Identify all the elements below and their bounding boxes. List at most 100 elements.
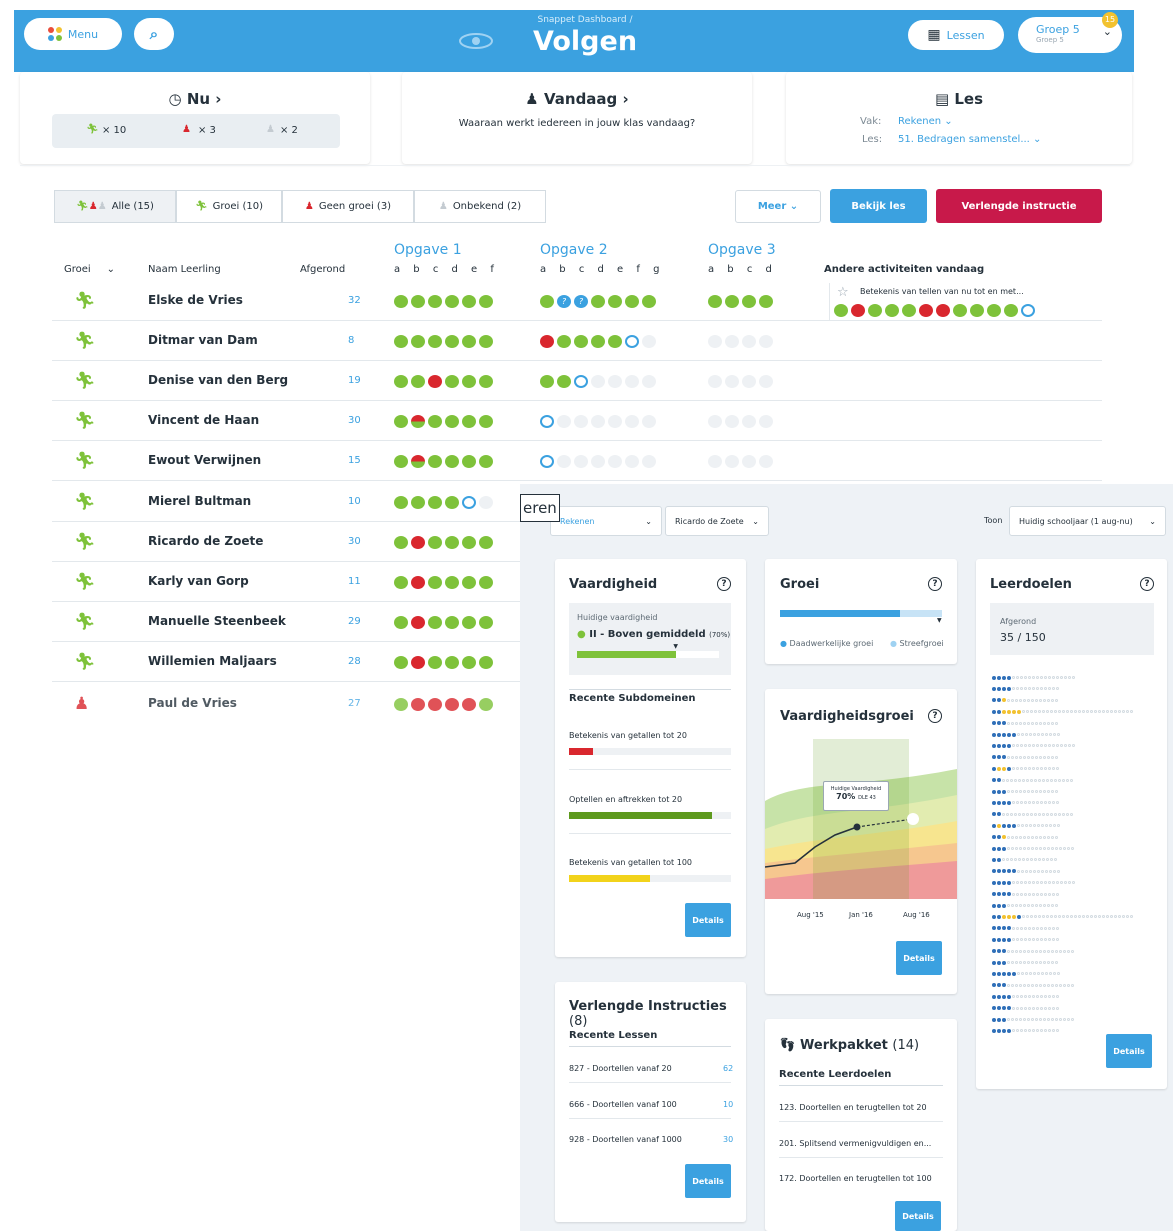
extended-instruction-button[interactable]: Verlengde instructie [936,189,1102,223]
lesson-item[interactable]: 827 - Doortellen vanaf 20 [569,1064,672,1073]
goal-dot [1067,983,1070,987]
goal-dot [1002,846,1006,851]
goal-dot [1032,801,1035,805]
goal-dot [1012,926,1015,930]
skill-details-button[interactable]: Details [685,903,731,937]
student-name[interactable]: Manuelle Steenbeek [148,614,286,628]
table-row[interactable]: 🏃︎ Ewout Verwijnen 15 [52,441,1102,481]
skill-growth-card: Vaardigheidsgroei ? Huidige Vaardigheid … [765,689,957,994]
goal-progress-row [992,698,1058,703]
student-name[interactable]: Ewout Verwijnen [148,453,261,467]
menu-button[interactable]: Menu [24,18,122,50]
goal-dot [1106,915,1109,919]
goal-dot [1011,983,1014,987]
view-lesson-button[interactable]: Bekijk les [830,189,927,223]
goal-dot [1023,755,1026,759]
goal-dot [1019,835,1022,839]
student-name[interactable]: Willemien Maljaars [148,654,277,668]
goal-dot [1034,915,1037,919]
package-details-button[interactable]: Details [895,1201,941,1231]
goal-dot [992,892,996,897]
goal-dot [1031,835,1034,839]
goal-dot [1033,824,1036,828]
les-card[interactable]: ▤ Les Vak: Rekenen ⌄ Les: 51. Bedragen s… [786,72,1132,164]
goal-progress-row [992,755,1058,760]
vak-select[interactable]: Rekenen ⌄ [898,116,953,127]
more-dropdown[interactable]: Meer ⌄ [735,190,821,223]
col-done[interactable]: Afgerond [300,264,345,275]
help-icon[interactable]: ? [717,577,731,591]
goal-dot [1029,869,1032,873]
today-card[interactable]: ♟ Vandaag › Waaraan werkt iedereen in jo… [402,72,752,164]
help-icon[interactable]: ? [928,709,942,723]
goal-dot [1027,835,1030,839]
goal-dot [1052,926,1055,930]
goal-item[interactable]: 172. Doortellen en terugtellen tot 100 [779,1174,932,1183]
student-name[interactable]: Mierel Bultman [148,494,251,508]
period-select[interactable]: Huidig schooljaar (1 aug-nu) ⌄ [1009,506,1166,536]
goal-dot [1007,892,1011,897]
goal-dot [1044,744,1047,748]
student-name[interactable]: Ricardo de Zoete [148,534,263,548]
goal-dot [997,903,1001,908]
goal-dot [1017,733,1020,736]
goal-dot [1031,847,1034,850]
student-name[interactable]: Karly van Gorp [148,574,249,588]
help-icon[interactable]: ? [928,577,942,591]
filter-tab-unknown[interactable]: ♟ Onbekend (2) [414,190,546,223]
goal-dot [1019,1018,1022,1021]
filter-tab-no-growth[interactable]: ♟ Geen groei (3) [282,190,414,223]
table-row[interactable]: 🏃︎ Denise van den Berg 19 [52,361,1102,401]
student-name[interactable]: Paul de Vries [148,696,237,710]
subject-select[interactable]: Rekenen ⌄ [550,506,662,536]
filter-tab-growth[interactable]: 🏃︎ Groei (10) [176,190,282,223]
search-button[interactable]: ⌕ [134,18,174,50]
filter-tab-all[interactable]: 🏃︎♟♟ Alle (15) [54,190,176,223]
student-select[interactable]: Ricardo de Zoete ⌄ [665,506,769,536]
col-growth[interactable]: Groei ⌄ [64,264,115,275]
goal-dot [1058,812,1061,816]
opgave-3-header[interactable]: Opgave 3 [708,242,776,258]
goal-dot [1070,915,1073,919]
goal-item[interactable]: 201. Splitsend vermenigvuldigen en... [779,1139,931,1148]
student-name[interactable]: Elske de Vries [148,293,243,307]
student-name[interactable]: Vincent de Haan [148,413,259,427]
goal-dot [1002,983,1006,988]
goal-dot [1130,710,1133,714]
goal-dot [1002,926,1006,931]
les-select[interactable]: 51. Bedragen samenstel... ⌄ [898,134,1041,145]
opgave-2-header[interactable]: Opgave 2 [540,242,608,258]
student-name[interactable]: Ditmar van Dam [148,333,258,347]
now-card[interactable]: ◷ Nu › 🏃︎ × 10 ♟ × 3 ♟ × 2 [20,72,370,164]
grey-count: × 2 [280,125,298,136]
help-icon[interactable]: ? [1140,577,1154,591]
goal-dot [1034,812,1037,816]
table-row[interactable]: 🏃︎ Vincent de Haan 30 [52,401,1102,441]
lesson-item[interactable]: 928 - Doortellen vanaf 1000 [569,1135,682,1144]
table-row[interactable]: 🏃︎ Elske de Vries 32 ?? ☆ Betekenis van … [52,281,1102,321]
table-row[interactable]: 🏃︎ Ditmar van Dam 8 [52,321,1102,361]
goal-dot [1056,881,1059,885]
goal-dot [1049,869,1052,873]
goal-dot [1042,858,1045,862]
goal-item[interactable]: 123. Doortellen en terugtellen tot 20 [779,1103,927,1112]
goal-dot [1012,744,1015,748]
goal-dot [1019,721,1022,725]
goal-dot [1072,744,1075,748]
goal-dot [1034,858,1037,862]
student-name[interactable]: Denise van den Berg [148,373,288,387]
goal-dot [1053,733,1056,736]
activity-results [834,304,1035,317]
extended-details-button[interactable]: Details [685,1164,731,1198]
goal-dot [1002,698,1006,703]
other-activity[interactable]: ☆ Betekenis van tellen van nu tot en met… [829,283,1097,321]
opgave-1-header[interactable]: Opgave 1 [394,242,462,258]
goal-dot [1042,778,1045,782]
lessons-button[interactable]: ▦ Lessen [908,20,1004,50]
goals-details-button[interactable]: Details [1106,1034,1152,1068]
lesson-item[interactable]: 666 - Doortellen vanaf 100 [569,1100,677,1109]
goal-dot [1041,733,1044,736]
goal-dot [1021,733,1024,736]
skill-growth-details-button[interactable]: Details [896,941,942,975]
col-name[interactable]: Naam Leerling [148,264,221,275]
